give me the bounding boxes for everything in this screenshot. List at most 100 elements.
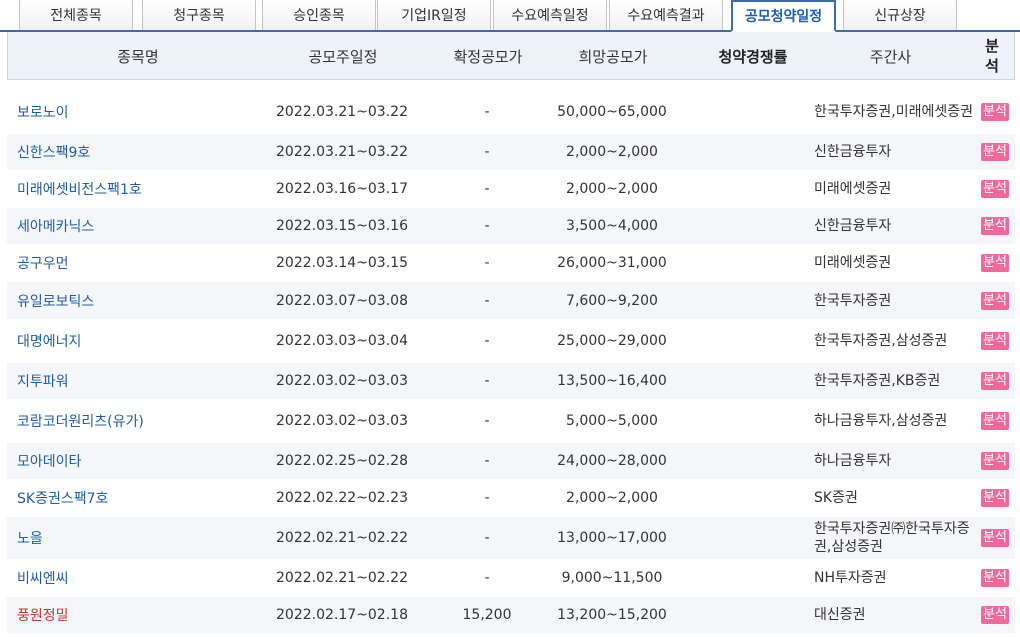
underwriter: 한국투자증권,KB증권 [814, 373, 941, 389]
tab-label: 승인종목 [293, 8, 345, 24]
underwriter: 한국투자증권,미래에셋증권 [814, 104, 974, 120]
confirmed-price: - [484, 333, 490, 349]
underwriter: NH투자증권 [814, 570, 887, 586]
analysis-cell: 분석 [977, 517, 1013, 559]
tab-subscription-schedule[interactable]: 공모청약일정 [731, 0, 836, 32]
analysis-button[interactable]: 분석 [981, 254, 1009, 272]
subscription-date: 2022.03.02~03.03 [276, 373, 408, 389]
confirmed-price: - [484, 373, 490, 389]
subscription-date: 2022.02.21~02.22 [276, 570, 408, 586]
tab-approved-stocks[interactable]: 승인종목 [262, 0, 376, 30]
analysis-button[interactable]: 분석 [981, 569, 1009, 587]
stock-name-link[interactable]: SK증권스팩7호 [17, 480, 257, 516]
analysis-button[interactable]: 분석 [981, 452, 1009, 470]
table-row: 지투파워 2022.03.02~03.03 - 13,500~16,400 한국투자증권… [7, 363, 1015, 400]
competition-rate [687, 171, 817, 207]
hope-price: 7,600~9,200 [566, 292, 658, 309]
table-row: 코람코더원리츠(유가) 2022.03.02~03.03 - 5,000~5,000 하… [7, 400, 1015, 443]
hope-price: 5,000~5,000 [566, 413, 658, 429]
analysis-button[interactable]: 분석 [981, 332, 1009, 350]
table-row: 신한스팩9호 2022.03.21~03.22 - 2,000~2,000 신한금융투자… [7, 134, 1015, 171]
stock-name-link[interactable]: 풍원정밀 [17, 597, 257, 633]
underwriter: 신한금융투자 [814, 218, 892, 234]
hope-price: 9,000~11,500 [561, 570, 663, 586]
competition-rate [687, 560, 817, 596]
subscription-date: 2022.03.14~03.15 [276, 255, 408, 271]
analysis-cell: 분석 [977, 400, 1013, 442]
stock-name-link[interactable]: 노을 [17, 517, 257, 559]
tab-label: 기업IR일정 [401, 8, 467, 24]
subscription-date: 2022.02.21~02.22 [276, 530, 408, 546]
ipo-subscription-table: 종목명 공모주일정 확정공모가 희망공모가 청약경쟁률 주간사 분석 보로노이 2… [7, 32, 1015, 634]
stock-name-link[interactable]: 유일로보틱스 [17, 282, 257, 319]
confirmed-price: 15,200 [462, 607, 512, 623]
stock-name-link[interactable]: 지투파워 [17, 363, 257, 399]
subscription-date: 2022.03.15~03.16 [276, 218, 408, 234]
hope-price: 13,200~15,200 [557, 607, 667, 623]
stock-name-link[interactable]: 미래에셋비전스팩1호 [17, 171, 257, 207]
tab-label: 수요예측일정 [511, 8, 589, 24]
stock-name-link[interactable]: 비씨엔씨 [17, 560, 257, 596]
table-row: 노을 2022.02.21~02.22 - 13,000~17,000 한국투자증권㈜한… [7, 517, 1015, 560]
column-header-underwriter: 주간사 [869, 47, 912, 66]
analysis-button[interactable]: 분석 [981, 180, 1009, 198]
stock-name-link[interactable]: 모아데이타 [17, 443, 257, 479]
stock-name-link[interactable]: 공구우먼 [17, 245, 257, 281]
tab-all-stocks[interactable]: 전체종목 [19, 0, 133, 30]
analysis-button[interactable]: 분석 [981, 217, 1009, 235]
confirmed-price: - [484, 218, 490, 234]
underwriter: 한국투자증권㈜한국투자증권,삼성증권 [814, 521, 970, 555]
confirmed-price: - [484, 453, 490, 469]
table-row: 미래에셋비전스팩1호 2022.03.16~03.17 - 2,000~2,000 미래… [7, 171, 1015, 208]
competition-rate [687, 363, 817, 399]
tab-new-listings[interactable]: 신규상장 [843, 0, 957, 30]
analysis-button[interactable]: 분석 [981, 143, 1009, 161]
table-row: 공구우먼 2022.03.14~03.15 - 26,000~31,000 미래에셋증권… [7, 245, 1015, 282]
table-row: 비씨엔씨 2022.02.21~02.22 - 9,000~11,500 NH투자증권 분… [7, 560, 1015, 597]
column-header-confirmed-price: 확정공모가 [453, 47, 523, 66]
analysis-button[interactable]: 분석 [981, 606, 1009, 624]
underwriter: 신한금융투자 [814, 144, 892, 160]
subscription-date: 2022.02.22~02.23 [276, 490, 408, 506]
stock-name-link[interactable]: 신한스팩9호 [17, 134, 257, 170]
stock-name-link[interactable]: 대명에너지 [17, 320, 257, 362]
hope-price: 50,000~65,000 [557, 104, 667, 120]
analysis-cell: 분석 [977, 91, 1013, 133]
stock-name-link[interactable]: 보로노이 [17, 91, 257, 133]
underwriter: 미래에셋증권 [814, 255, 892, 271]
analysis-cell: 분석 [977, 282, 1013, 319]
analysis-button[interactable]: 분석 [981, 372, 1009, 390]
table-row: 세아메카닉스 2022.03.15~03.16 - 3,500~4,000 신한금융투자… [7, 208, 1015, 245]
analysis-cell: 분석 [977, 363, 1013, 399]
tab-bar: 전체종목 청구종목 승인종목 기업IR일정 수요예측일정 수요예측결과 공모청약… [0, 0, 1020, 32]
table-row: 유일로보틱스 2022.03.07~03.08 - 7,600~9,200 한국투자증권… [7, 282, 1015, 320]
stock-name-link[interactable]: 세아메카닉스 [17, 208, 257, 244]
analysis-button[interactable]: 분석 [981, 291, 1009, 310]
confirmed-price: - [484, 255, 490, 271]
table-row: 보로노이 2022.03.21~03.22 - 50,000~65,000 한국투자증권… [7, 91, 1015, 134]
competition-rate [687, 245, 817, 281]
table-row: SK증권스팩7호 2022.02.22~02.23 - 2,000~2,000 SK증권… [7, 480, 1015, 517]
confirmed-price: - [484, 181, 490, 197]
competition-rate [687, 91, 817, 133]
analysis-button[interactable]: 분석 [981, 103, 1009, 121]
analysis-cell: 분석 [977, 320, 1013, 362]
confirmed-price: - [484, 570, 490, 586]
analysis-button[interactable]: 분석 [981, 489, 1009, 507]
analysis-button[interactable]: 분석 [981, 529, 1009, 547]
competition-rate [687, 320, 817, 362]
tab-ir-schedule[interactable]: 기업IR일정 [377, 0, 491, 30]
hope-price: 3,500~4,000 [566, 218, 658, 234]
tab-filed-stocks[interactable]: 청구종목 [142, 0, 256, 30]
subscription-date: 2022.03.03~03.04 [276, 333, 408, 349]
analysis-cell: 분석 [977, 560, 1013, 596]
underwriter: 한국투자증권,삼성증권 [814, 333, 948, 349]
subscription-date: 2022.03.16~03.17 [276, 181, 408, 197]
underwriter: 하나금융투자 [814, 453, 892, 469]
tab-demand-forecast-schedule[interactable]: 수요예측일정 [493, 0, 607, 30]
stock-name-link[interactable]: 코람코더원리츠(유가) [17, 400, 257, 442]
analysis-cell: 분석 [977, 245, 1013, 281]
tab-demand-forecast-results[interactable]: 수요예측결과 [609, 0, 723, 30]
competition-rate [687, 480, 817, 516]
analysis-button[interactable]: 분석 [981, 412, 1009, 430]
